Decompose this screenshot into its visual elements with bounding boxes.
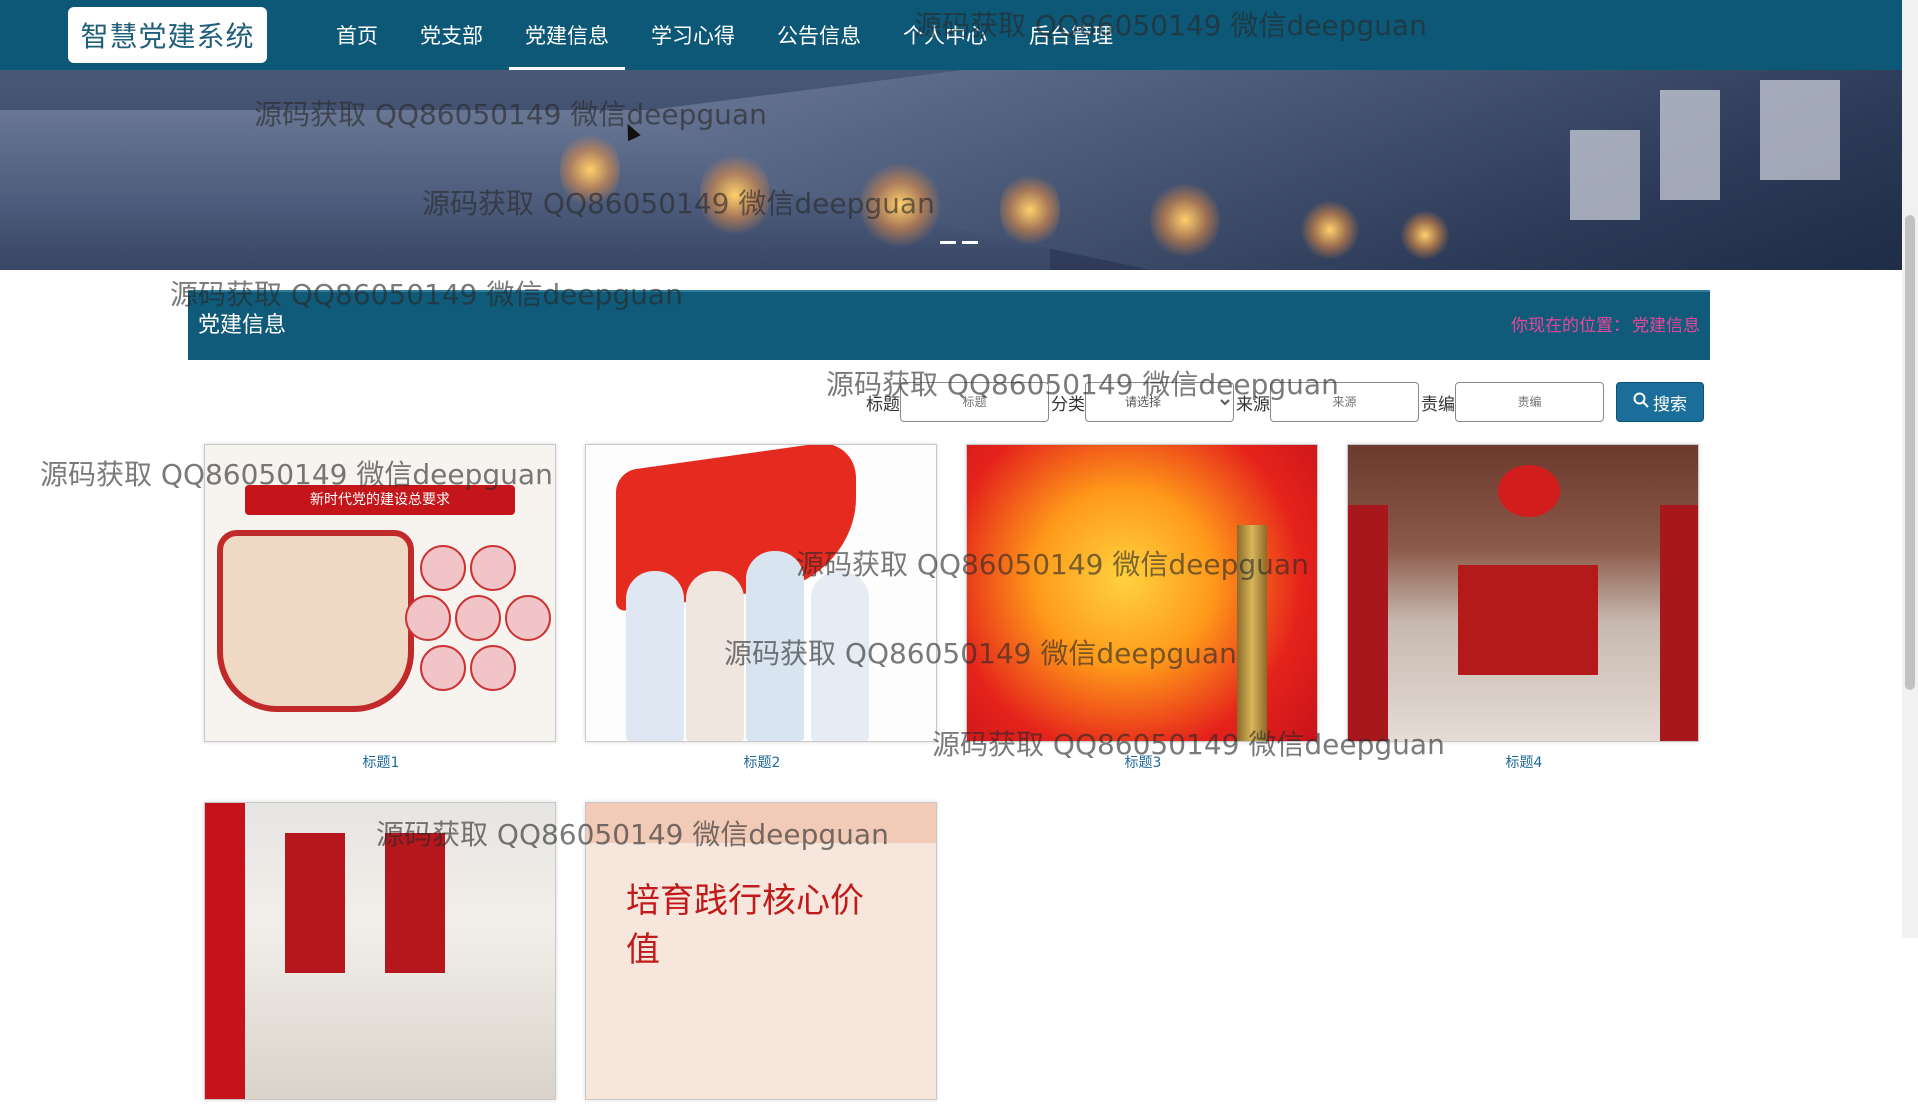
banner-light xyxy=(860,160,940,250)
banner-light xyxy=(700,150,770,240)
search-button-label: 搜索 xyxy=(1653,394,1687,415)
thumb-hex xyxy=(505,595,551,641)
carousel-indicators xyxy=(940,241,978,244)
thumb-calligraphy: 培育践行核心价值 xyxy=(626,881,864,970)
thumb-emblem xyxy=(1498,465,1560,517)
nav-item-party-info[interactable]: 党建信息 xyxy=(509,0,625,70)
thumb-side xyxy=(205,803,245,1099)
thumb-hex xyxy=(420,645,466,691)
card-title[interactable]: 标题2 xyxy=(585,752,939,772)
card-title[interactable]: 标题1 xyxy=(204,752,558,772)
card-image[interactable] xyxy=(204,802,556,1100)
thumb-panel xyxy=(385,833,445,973)
thumb-banner: 新时代党的建设总要求 xyxy=(245,485,515,515)
editor-label: 责编 xyxy=(1421,394,1455,415)
title-input[interactable] xyxy=(900,382,1049,422)
card-image[interactable] xyxy=(585,444,937,742)
thumb-curtain xyxy=(1660,505,1698,741)
thumb-curtain xyxy=(1348,505,1388,741)
card-title[interactable]: 标题4 xyxy=(1347,752,1701,772)
card-image[interactable] xyxy=(966,444,1318,742)
banner-building xyxy=(1570,130,1640,220)
thumb-wall xyxy=(1458,565,1598,675)
search-form: 标题 分类 请选择 来源 责编 搜索 xyxy=(866,381,1704,423)
card-image[interactable]: 培育践行核心价值 xyxy=(585,802,937,1100)
banner-light xyxy=(1000,170,1060,250)
carousel-dot[interactable] xyxy=(962,241,978,244)
thumb-strip xyxy=(586,803,936,843)
editor-input[interactable] xyxy=(1455,382,1604,422)
banner-building xyxy=(1660,90,1720,200)
site-logo[interactable]: 智慧党建系统 xyxy=(68,7,267,63)
thumb-hex xyxy=(455,595,501,641)
category-select[interactable]: 请选择 xyxy=(1085,382,1234,422)
page-scrollbar[interactable] xyxy=(1902,0,1918,938)
info-card[interactable]: 标题4 xyxy=(1347,444,1701,772)
title-label: 标题 xyxy=(866,394,900,415)
breadcrumb: 你现在的位置： 党建信息 xyxy=(1511,292,1700,360)
banner-building xyxy=(1760,80,1840,180)
banner-carousel[interactable] xyxy=(0,70,1902,270)
carousel-dot[interactable] xyxy=(940,241,956,244)
info-card[interactable] xyxy=(204,802,558,1110)
info-card[interactable]: 标题3 xyxy=(966,444,1320,772)
thumb-banner-text: 新时代党的建设总要求 xyxy=(310,492,450,508)
thumb-hex xyxy=(470,645,516,691)
nav-item-personal-center[interactable]: 个人中心 xyxy=(887,0,1003,70)
section-title: 党建信息 xyxy=(198,313,287,338)
info-card[interactable]: 标题2 xyxy=(585,444,939,772)
banner-light xyxy=(1400,210,1450,260)
banner-light xyxy=(1150,180,1220,260)
card-title[interactable]: 标题3 xyxy=(966,752,1320,772)
breadcrumb-prefix: 你现在的位置： xyxy=(1511,316,1630,336)
breadcrumb-current[interactable]: 党建信息 xyxy=(1632,316,1700,336)
top-navbar: 智慧党建系统 首页 党支部 党建信息 学习心得 公告信息 个人中心 后台管理 xyxy=(0,0,1918,70)
nav-item-party-branch[interactable]: 党支部 xyxy=(404,0,499,70)
nav-item-study-notes[interactable]: 学习心得 xyxy=(635,0,751,70)
nav-item-admin[interactable]: 后台管理 xyxy=(1013,0,1129,70)
card-image[interactable] xyxy=(1347,444,1699,742)
thumb-hex xyxy=(470,545,516,591)
section-header: 党建信息 你现在的位置： 党建信息 xyxy=(188,290,1710,360)
scrollbar-thumb[interactable] xyxy=(1905,215,1915,690)
thumb-figure xyxy=(811,571,869,741)
source-input[interactable] xyxy=(1270,382,1419,422)
category-label: 分类 xyxy=(1051,394,1085,415)
thumb-hex xyxy=(405,595,451,641)
source-label: 来源 xyxy=(1236,394,1270,415)
nav-item-home[interactable]: 首页 xyxy=(320,0,394,70)
banner-light xyxy=(1300,200,1360,260)
thumb-fan-panel xyxy=(217,530,414,712)
thumb-figure xyxy=(626,571,684,741)
thumb-figure xyxy=(686,571,744,741)
thumb-column xyxy=(1237,525,1267,741)
main-nav: 首页 党支部 党建信息 学习心得 公告信息 个人中心 后台管理 xyxy=(320,0,1139,70)
nav-item-announcements[interactable]: 公告信息 xyxy=(761,0,877,70)
thumb-panel xyxy=(285,833,345,973)
banner-light xyxy=(560,130,620,210)
thumb-hex xyxy=(420,545,466,591)
search-icon xyxy=(1633,392,1649,413)
thumb-figure xyxy=(746,551,804,741)
info-card[interactable]: 培育践行核心价值 xyxy=(585,802,939,1110)
info-card[interactable]: 新时代党的建设总要求 标题1 xyxy=(204,444,558,772)
search-button[interactable]: 搜索 xyxy=(1616,382,1704,422)
card-image[interactable]: 新时代党的建设总要求 xyxy=(204,444,556,742)
